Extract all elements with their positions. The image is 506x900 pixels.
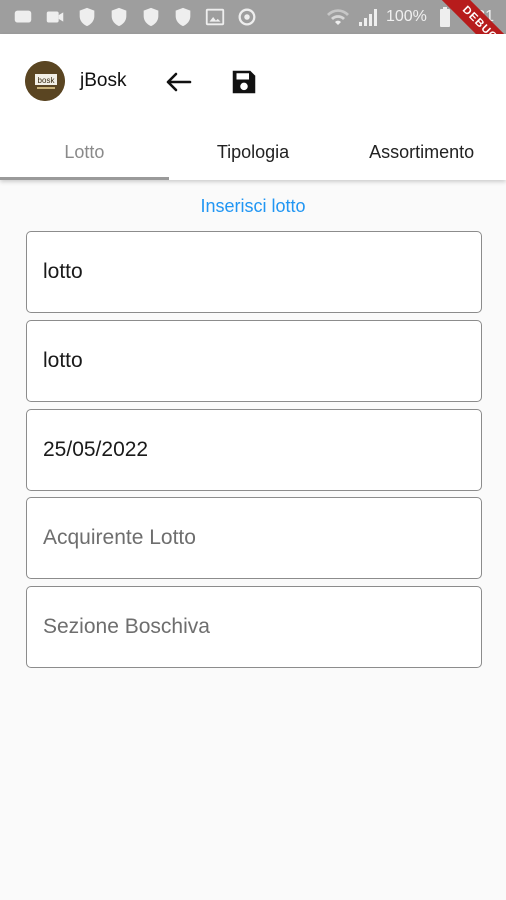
svg-text:bosk: bosk [38, 76, 56, 85]
lot-name-field[interactable]: lotto [26, 231, 482, 313]
app-bar: bosk jBosk Lotto Tipologia Assortimento [0, 34, 506, 180]
sync-icon [238, 8, 256, 26]
logo-icon: bosk [25, 61, 65, 101]
tab-bar: Lotto Tipologia Assortimento [0, 124, 506, 180]
signal-icon [358, 9, 377, 26]
buyer-field[interactable]: Acquirente Lotto [26, 497, 482, 579]
shield-icon [143, 7, 159, 27]
forest-section-field[interactable]: Sezione Boschiva [26, 586, 482, 668]
back-button[interactable] [158, 62, 198, 102]
lot-code-field[interactable]: lotto [26, 320, 482, 402]
tab-assortimento[interactable]: Assortimento [337, 124, 506, 180]
shield-icon [79, 7, 95, 27]
message-icon [14, 10, 32, 23]
tab-tipologia[interactable]: Tipologia [169, 124, 338, 180]
image-icon [205, 8, 225, 26]
battery-percent: 100% [385, 8, 427, 25]
wifi-icon [326, 9, 349, 25]
insert-lot-link[interactable]: Inserisci lotto [0, 196, 506, 217]
tab-lotto[interactable]: Lotto [0, 124, 169, 180]
save-icon [232, 70, 256, 94]
video-icon [46, 11, 64, 23]
status-bar: 100% 0:31 [0, 0, 506, 34]
app-title: jBosk [80, 70, 127, 91]
app-logo: bosk [25, 61, 65, 101]
save-button[interactable] [224, 62, 264, 102]
shield-icon [111, 7, 127, 27]
notification-icons [12, 6, 258, 28]
date-field[interactable]: 25/05/2022 [26, 409, 482, 491]
tab-indicator [0, 177, 169, 180]
arrow-back-icon [166, 72, 192, 92]
shield-icon [175, 7, 191, 27]
